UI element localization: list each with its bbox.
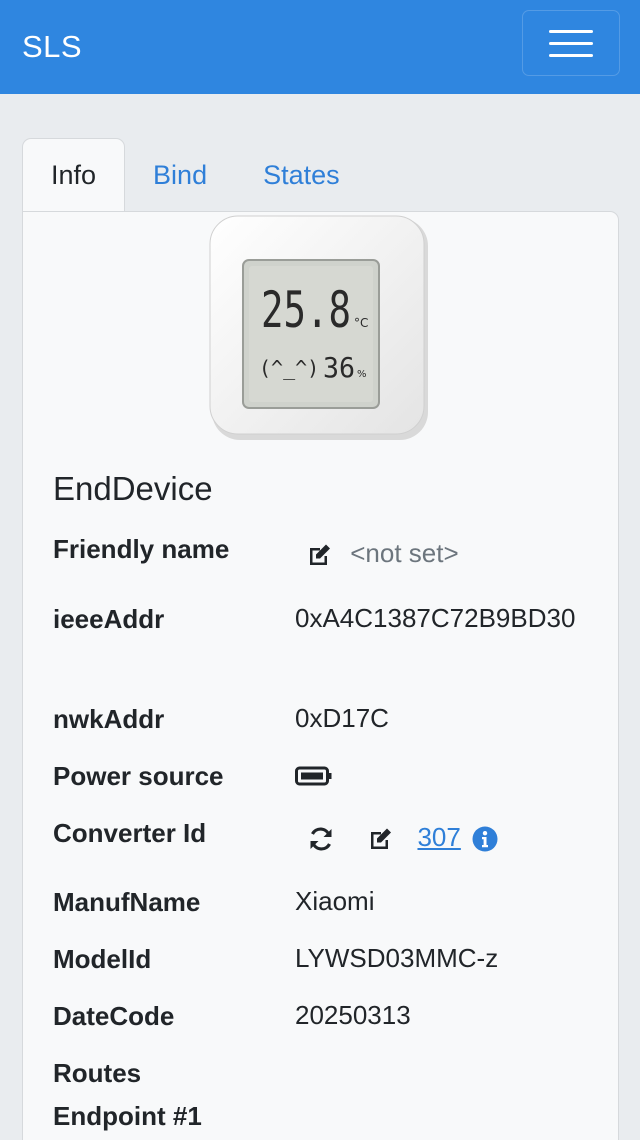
battery-icon — [295, 766, 332, 786]
tab-states[interactable]: States — [235, 138, 368, 212]
manuf-name-value: Xiaomi — [295, 886, 375, 916]
model-id-label: ModelId — [53, 944, 152, 974]
manuf-name-label: ManufName — [53, 887, 201, 917]
hamburger-icon-line — [549, 41, 593, 45]
converter-id-link[interactable]: 307 — [417, 822, 460, 852]
ieee-addr-label: ieeeAddr — [53, 604, 165, 634]
device-image: 25.8 °C (^_^) 36 % — [209, 215, 428, 440]
refresh-icon[interactable] — [307, 826, 335, 852]
device-display-face: (^_^) — [259, 356, 319, 380]
tab-info[interactable]: Info — [22, 138, 126, 212]
edit-icon[interactable] — [307, 543, 333, 567]
navbar: SLS — [0, 0, 640, 94]
brand-title[interactable]: SLS — [22, 29, 82, 65]
endpoint-label: Endpoint #1 — [53, 1101, 202, 1131]
converter-id-label: Converter Id — [53, 818, 207, 848]
date-code-value: 20250313 — [295, 1000, 411, 1030]
date-code-label: DateCode — [53, 1001, 175, 1031]
device-display-temp-unit: °C — [354, 316, 368, 330]
hamburger-icon-line — [549, 29, 593, 33]
menu-toggle-button[interactable] — [522, 10, 620, 76]
tab-bar: Info Bind States — [22, 138, 368, 212]
tab-bind[interactable]: Bind — [125, 138, 235, 212]
friendly-name-label: Friendly name — [53, 534, 230, 564]
nwk-addr-value: 0xD17C — [295, 703, 389, 733]
ieee-addr-value: 0xA4C1387C72B9BD30 — [295, 603, 576, 633]
device-display-humidity: 36 — [323, 351, 355, 384]
hamburger-icon-line — [549, 53, 593, 57]
info-icon[interactable] — [472, 826, 498, 852]
edit-icon[interactable] — [368, 827, 394, 851]
device-display-humidity-unit: % — [357, 369, 367, 380]
model-id-value: LYWSD03MMC-z — [295, 943, 499, 973]
device-display-temp: 25.8 — [261, 281, 351, 339]
power-source-label: Power source — [53, 761, 224, 791]
friendly-name-value[interactable]: <not set> — [350, 538, 458, 568]
nwk-addr-label: nwkAddr — [53, 704, 165, 734]
device-info-card: 25.8 °C (^_^) 36 % EndDevice Friendly na… — [22, 211, 619, 1140]
routes-label: Routes — [53, 1058, 142, 1088]
device-type-heading: EndDevice — [53, 470, 213, 507]
